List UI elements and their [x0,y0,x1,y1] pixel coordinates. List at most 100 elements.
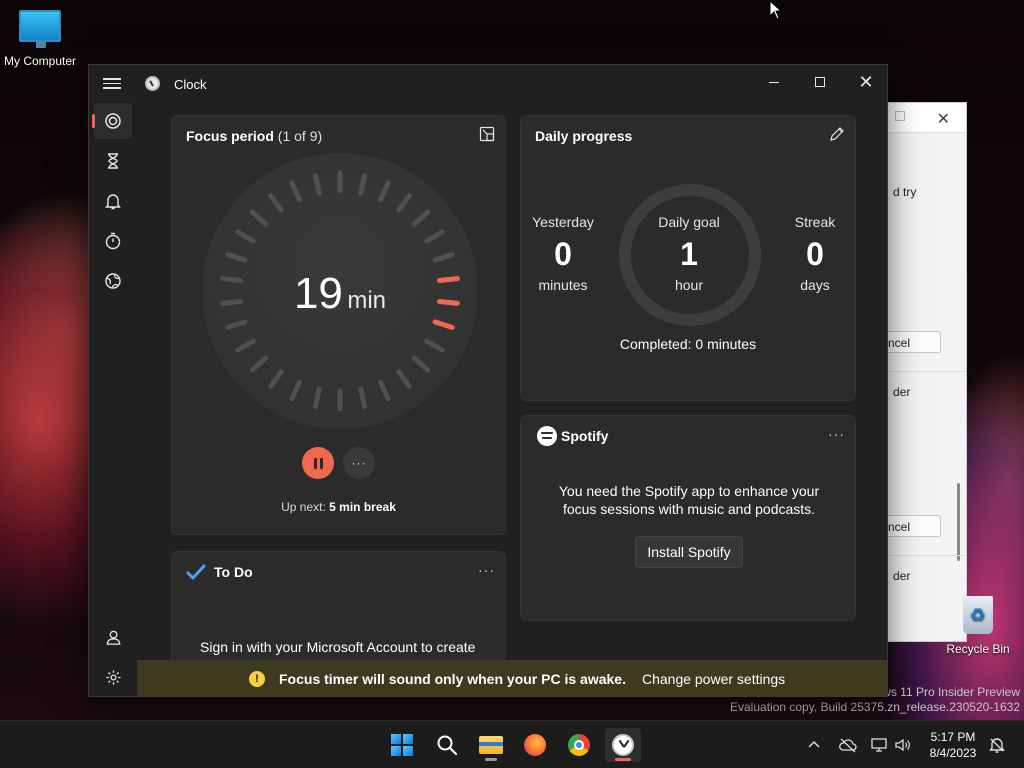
remaining-tick [396,369,412,389]
timer-unit: min [347,287,387,314]
streak-stat: Streak 0 days [779,214,851,293]
nav-world-clock[interactable] [94,263,132,299]
show-hidden-icons-button[interactable] [806,721,822,768]
remaining-tick [289,180,302,203]
pause-button[interactable] [302,447,334,479]
close-button[interactable]: ✕ [843,65,887,99]
maximize-icon [815,77,825,87]
todo-header: To Do [186,564,253,580]
todo-more-button[interactable]: ··· [478,562,495,578]
todo-title: To Do [214,564,253,580]
running-indicator [485,758,497,761]
stopwatch-icon [105,232,121,250]
remaining-tick [424,338,445,353]
clock-window: Clock ✕ Focus period (1 of 9) 19 min ···… [88,64,888,697]
nav-alarm[interactable] [94,183,132,219]
background-cancel-button[interactable]: ncel [885,515,941,537]
volume-control[interactable] [894,721,912,768]
background-window[interactable]: ✕ d try ncel der ncel der [884,102,967,642]
minimize-button[interactable] [751,65,797,99]
streak-value: 0 [806,236,824,272]
yesterday-unit: minutes [538,277,588,293]
search-button[interactable] [429,728,465,762]
nav-account[interactable] [94,619,132,655]
divider [885,371,966,372]
start-button[interactable] [384,728,420,762]
recycle-bin-icon: ♻ [963,596,993,634]
focus-count: (1 of 9) [277,128,323,144]
onedrive-status[interactable] [838,721,858,768]
remaining-tick [411,355,431,373]
remaining-tick [312,173,322,196]
remaining-tick [235,229,256,244]
focus-period-card: Focus period (1 of 9) 19 min ··· Up next… [171,115,506,535]
scrollbar[interactable] [957,483,960,561]
remaining-tick [358,386,368,409]
close-icon[interactable]: ✕ [937,109,950,129]
divider [885,555,966,556]
monitor-icon [19,10,61,48]
background-text: der [893,569,911,583]
remaining-tick [424,229,445,244]
clock-date-button[interactable]: 5:17 PM 8/4/2023 [918,729,988,761]
edit-pencil-icon[interactable] [829,126,845,142]
windows-logo-icon [391,734,413,756]
spotify-more-button[interactable]: ··· [828,426,845,442]
focus-more-button[interactable]: ··· [343,447,375,479]
notifications-button[interactable] [988,721,1006,768]
daily-goal-stat[interactable]: Daily goal 1 hour [639,214,739,293]
window-title: Clock [174,77,207,92]
timer-icon [108,153,118,169]
nav-stopwatch[interactable] [94,223,132,259]
spotify-logo: Spotify [537,426,608,446]
my-computer-desktop-icon[interactable]: My Computer [0,10,80,68]
world-clock-icon [105,273,121,289]
daily-goal-value: 1 [680,236,698,272]
settings-icon [105,669,121,685]
daily-progress-card: Daily progress Yesterday 0 minutes Daily… [520,115,856,401]
hamburger-menu-icon[interactable] [103,75,121,91]
change-power-settings-link[interactable]: Change power settings [642,671,785,687]
completed-text: Completed: 0 minutes [619,336,757,352]
cloud-offline-icon [839,738,857,753]
background-cancel-button[interactable]: ncel [885,331,941,353]
file-explorer-icon [479,736,503,754]
recycle-bin-label: Recycle Bin [946,642,1010,656]
remaining-tick [249,209,269,227]
compact-overlay-icon[interactable] [479,126,495,142]
speaker-icon [895,738,910,752]
chrome-icon [568,734,590,756]
remaining-tick [289,379,302,402]
todo-message: Sign in with your Microsoft Account to c… [200,639,476,655]
clock-taskbar-button[interactable] [605,728,641,762]
focus-timer-dial: 19 min [202,153,478,429]
nav-settings[interactable] [94,659,132,695]
timer-readout: 19 min [202,269,478,319]
remaining-tick [378,180,391,203]
spotify-brand: Spotify [561,428,609,444]
nav-timer[interactable] [94,143,132,179]
up-next-prefix: Up next: [281,500,326,514]
file-explorer-button[interactable] [473,728,509,762]
streak-unit: days [800,277,830,293]
title-bar[interactable]: Clock ✕ [89,65,887,101]
pause-icon [313,457,317,469]
firefox-button[interactable] [517,728,553,762]
remaining-tick [358,173,368,196]
chrome-button[interactable] [561,728,597,762]
maximize-icon[interactable] [895,111,905,121]
install-spotify-button[interactable]: Install Spotify [635,536,743,568]
warning-icon: ! [249,671,265,687]
recycle-bin-desktop-icon[interactable]: ♻ Recycle Bin [940,596,1016,656]
account-icon [106,630,120,645]
notification-message: Focus timer will sound only when your PC… [279,671,626,687]
yesterday-value: 0 [554,236,572,272]
background-text: d try [893,185,917,199]
search-icon [437,735,458,756]
spotify-icon [537,426,557,446]
streak-label: Streak [794,214,836,230]
network-status[interactable] [870,721,888,768]
nav-focus-sessions[interactable] [92,103,132,139]
maximize-button[interactable] [797,65,843,99]
remaining-tick [378,379,391,402]
